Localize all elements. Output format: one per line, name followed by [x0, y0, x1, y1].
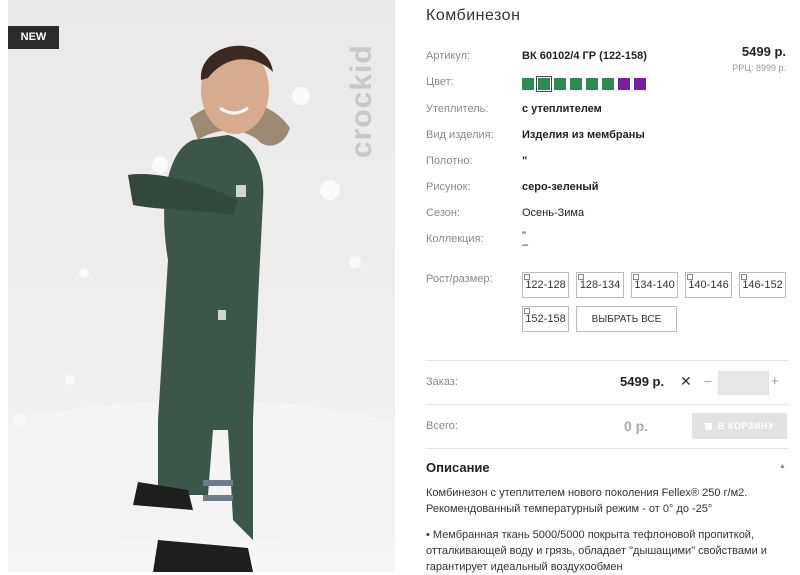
size-option-label: 134-140 [634, 279, 675, 291]
color-swatch[interactable] [602, 78, 614, 90]
fabric-label: Полотно: [426, 155, 473, 167]
divider [426, 448, 788, 449]
total-label: Всего: [426, 420, 458, 432]
article-value: ВК 60102/4 ГР (122-158) [522, 50, 647, 62]
clear-icon[interactable]: ✕ [680, 373, 692, 390]
size-option-label: 128-134 [579, 279, 621, 291]
size-option[interactable]: 122-128 [522, 272, 569, 298]
add-to-cart-button[interactable]: В КОРЗИНУ [692, 413, 787, 439]
size-option-label: 140-146 [688, 279, 729, 291]
collection-label: Коллекция: [426, 233, 484, 245]
size-checkbox-icon [741, 274, 747, 280]
article-label: Артикул: [426, 50, 471, 62]
description-line: отталкивающей воду и грязь, обладает "ды… [426, 545, 767, 557]
insulation-label: Утеплитель: [426, 103, 489, 115]
select-all-button[interactable]: ВЫБРАТЬ ВСЕ [576, 306, 677, 332]
cart-icon [704, 422, 712, 430]
size-option[interactable]: 152-158 [522, 306, 569, 332]
quantity-input[interactable] [718, 371, 769, 395]
size-checkbox-icon [578, 274, 584, 280]
item-type-value: Изделия из мембраны [522, 129, 645, 141]
size-label: Рост/размер: [426, 273, 493, 285]
increase-button[interactable]: + [771, 373, 779, 388]
color-swatch[interactable] [634, 78, 646, 90]
description-text-2: • Мембранная ткань 5000/5000 покрыта теф… [426, 527, 786, 575]
size-checkbox-icon [687, 274, 693, 280]
divider [426, 404, 788, 405]
product-photo-illustration [8, 45, 395, 572]
description-line: Комбинезон с утеплителем нового поколени… [426, 487, 748, 499]
size-option[interactable]: 128-134 [576, 272, 624, 298]
description-line: гарантирует идеальный воздухообмен [426, 561, 623, 573]
product-photo[interactable] [8, 0, 395, 572]
season-value: Осень-Зима [522, 207, 585, 219]
size-option-label: 152-158 [525, 313, 566, 325]
divider [426, 360, 788, 361]
collapse-icon[interactable]: ▲ [779, 463, 786, 470]
brand-watermark: crockid [345, 44, 378, 158]
size-checkbox-icon [524, 308, 530, 314]
rrp-price: РРЦ: 8999 р. [732, 63, 786, 73]
size-option[interactable]: 146-152 [739, 272, 786, 298]
size-option-label: 122-128 [525, 279, 566, 291]
pattern-value: серо-зеленый [522, 181, 599, 193]
size-checkbox-icon [524, 274, 530, 280]
color-swatch[interactable] [586, 78, 598, 90]
order-label: Заказ: [426, 376, 458, 388]
item-type-label: Вид изделия: [426, 129, 494, 141]
description-line: • Мембранная ткань 5000/5000 покрыта теф… [426, 529, 755, 541]
order-price: 5499 р. [620, 374, 665, 389]
color-swatch[interactable] [618, 78, 630, 90]
color-swatch[interactable] [554, 78, 566, 90]
pattern-label: Рисунок: [426, 181, 471, 193]
size-option-label: 146-152 [742, 279, 783, 291]
color-swatch-selected[interactable] [536, 76, 552, 92]
size-option[interactable]: 134-140 [631, 272, 678, 298]
insulation-value: с утеплителем [522, 103, 602, 115]
price: 5499 р. [741, 44, 786, 59]
color-label: Цвет: [426, 76, 454, 88]
size-checkbox-icon [633, 274, 639, 280]
description-title[interactable]: Описание [426, 460, 490, 475]
total-value: 0 р. [624, 418, 649, 434]
add-to-cart-label: В КОРЗИНУ [717, 421, 775, 431]
size-option[interactable]: 140-146 [685, 272, 732, 298]
page-title: Комбинезон [426, 7, 521, 24]
description-line: Рекомендованный температурный режим - от… [426, 503, 713, 515]
decrease-button[interactable]: – [704, 373, 711, 388]
collection-value-line2: – [522, 239, 529, 251]
fabric-value: " [522, 155, 528, 167]
description-text-1: Комбинезон с утеплителем нового поколени… [426, 485, 786, 517]
season-label: Сезон: [426, 207, 460, 219]
color-swatch[interactable] [522, 78, 534, 90]
new-badge: NEW [8, 26, 59, 49]
color-swatch[interactable] [570, 78, 582, 90]
